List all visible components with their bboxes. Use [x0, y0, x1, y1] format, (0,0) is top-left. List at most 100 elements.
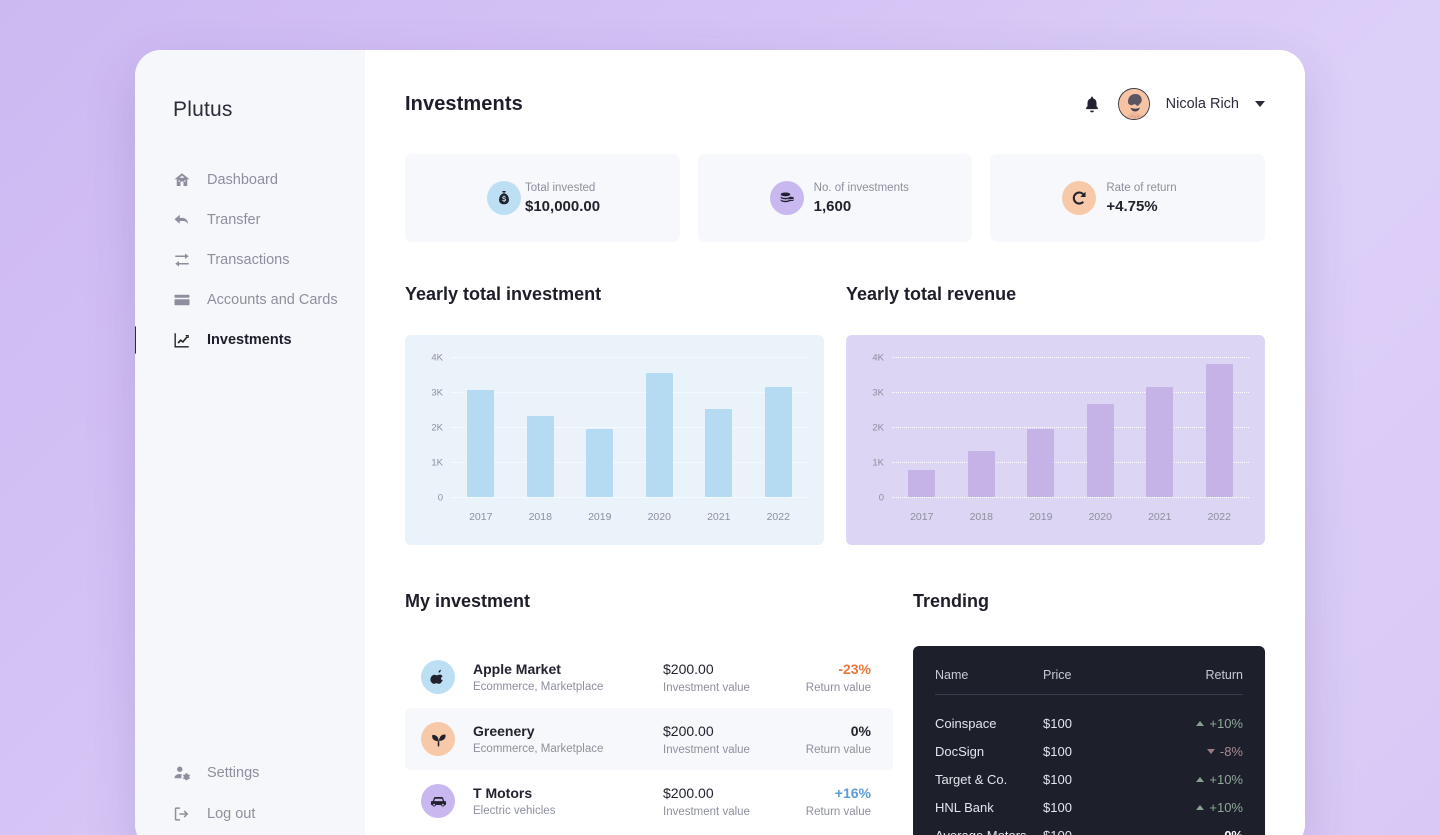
- chart-x-tick-label: 2017: [469, 511, 493, 523]
- investment-amount-caption: Investment value: [663, 743, 750, 756]
- sidebar-item-transfer[interactable]: Transfer: [135, 200, 365, 240]
- chart-x-tick-label: 2018: [969, 511, 993, 523]
- trending-name: Coinspace: [935, 715, 997, 731]
- chart-y-tick-label: 4K: [872, 352, 884, 364]
- investment-row[interactable]: T Motors Electric vehicles $200.00 Investme…: [405, 770, 893, 832]
- chart-block-yearly-total-revenue: Yearly total revenue 4K 3K 2K 1K 0 2017 2018 2…: [846, 284, 1265, 545]
- coins-stack-icon: [769, 181, 804, 215]
- bell-icon[interactable]: [1082, 93, 1102, 115]
- sidebar-item-log-out[interactable]: Log out: [135, 793, 365, 834]
- column-header-name: Name: [935, 668, 969, 682]
- trending-price: $100: [1043, 827, 1072, 835]
- chart-bar-column[interactable]: [750, 357, 807, 497]
- triangle-up-icon: [1196, 776, 1205, 782]
- chart-bar[interactable]: [1146, 387, 1174, 497]
- chart-gridline: 0: [438, 493, 808, 504]
- trending-row[interactable]: Coinspace $100 +10%: [935, 709, 1243, 737]
- chart-plot-area: 4K 3K 2K 1K 0: [872, 353, 1249, 504]
- investment-return-cell: +16% Return value: [779, 785, 871, 818]
- chart-bar-column[interactable]: [1012, 357, 1069, 497]
- money-bag-icon: [487, 181, 521, 215]
- trending-row[interactable]: Average Motors $100 0%: [935, 821, 1243, 835]
- chart-bar-column[interactable]: [690, 357, 747, 497]
- investment-row[interactable]: Greenery Ecommerce, Marketplace $200.00 Inv…: [405, 708, 893, 770]
- chart-x-tick-label: 2022: [1207, 511, 1231, 523]
- trending-return-cell: +10%: [1163, 772, 1243, 787]
- trending-price: $100: [1043, 743, 1072, 759]
- investment-row[interactable]: Apple Market Ecommerce, Marketplace $200.0…: [405, 646, 893, 708]
- investment-identity: Apple Market Ecommerce, Marketplace: [473, 661, 663, 693]
- stat-card-total-invested: Total invested $10,000.00: [405, 154, 680, 242]
- stat-label: Total invested: [525, 181, 596, 194]
- home-icon: [173, 171, 191, 189]
- chart-bar-column[interactable]: [512, 357, 569, 497]
- chart-bar-column[interactable]: [1131, 357, 1188, 497]
- chart-x-tick-label: 2021: [1148, 511, 1172, 523]
- chart-bar-column[interactable]: [571, 357, 628, 497]
- chart-y-tick-label: 2K: [872, 422, 884, 434]
- trending-return-pct: +10%: [1209, 715, 1243, 731]
- user-name[interactable]: Nicola Rich: [1166, 96, 1239, 112]
- sidebar-item-investments[interactable]: Investments: [135, 320, 365, 360]
- chart-bar[interactable]: [467, 390, 495, 497]
- chart-x-axis-labels: 2017 2018 2019 2020 2021 2022: [892, 511, 1249, 523]
- app-window: Plutus Dashboard Transfer Transactions A…: [135, 50, 1305, 835]
- trending-return-pct: +10%: [1209, 771, 1243, 787]
- trending-row[interactable]: Target & Co. $100 +10%: [935, 765, 1243, 793]
- chart-bar-column[interactable]: [1191, 357, 1248, 497]
- chart-bar[interactable]: [1027, 428, 1055, 497]
- avatar[interactable]: [1117, 88, 1150, 120]
- stat-text: No. of investments 1,600: [814, 182, 909, 215]
- chart-x-tick-label: 2020: [647, 511, 671, 523]
- investment-name: T Motors: [473, 785, 533, 801]
- chart-x-tick-label: 2018: [528, 511, 552, 523]
- chart-card-revenue: 4K 3K 2K 1K 0 2017 2018 2019 2020 2021 2022: [846, 335, 1265, 545]
- chart-bar[interactable]: [586, 428, 614, 497]
- investment-amount-caption: Investment value: [663, 681, 750, 694]
- stat-value: $10,000.00: [525, 197, 601, 215]
- trending-price: $100: [1043, 771, 1072, 787]
- sidebar-item-settings[interactable]: Settings: [135, 752, 365, 793]
- chart-y-tick-label: 4K: [431, 352, 443, 364]
- investment-return-pct: +16%: [834, 784, 871, 801]
- chart-bar[interactable]: [967, 450, 995, 497]
- chart-x-tick-label: 2019: [1029, 511, 1053, 523]
- investment-amount: $200.00: [663, 722, 714, 739]
- chart-block-yearly-total-investment: Yearly total investment 4K 3K 2K 1K 0 2017 20…: [405, 284, 824, 545]
- trending-row[interactable]: HNL Bank $100 +10%: [935, 793, 1243, 821]
- chart-bar-column[interactable]: [631, 357, 688, 497]
- investment-amount: $200.00: [663, 784, 714, 801]
- chevron-down-icon[interactable]: [1255, 101, 1265, 107]
- chart-x-tick-label: 2019: [588, 511, 612, 523]
- stat-label: Rate of return: [1106, 181, 1177, 194]
- trending-price: $100: [1043, 799, 1072, 815]
- sidebar-item-dashboard[interactable]: Dashboard: [135, 160, 365, 200]
- chart-bar-column[interactable]: [452, 357, 509, 497]
- chart-bar-column[interactable]: [953, 357, 1010, 497]
- chart-bars: [451, 357, 808, 497]
- investment-return-cell: 0% Return value: [779, 723, 871, 756]
- sidebar-item-accounts-and-cards[interactable]: Accounts and Cards: [135, 280, 365, 320]
- sidebar-item-transactions[interactable]: Transactions: [135, 240, 365, 280]
- sidebar-bottom-nav: Settings Log out: [135, 752, 365, 835]
- chart-bar[interactable]: [645, 372, 673, 497]
- sidebar-item-label: Accounts and Cards: [207, 292, 338, 308]
- trending-name: HNL Bank: [935, 799, 994, 815]
- chart-y-tick-label: 0: [437, 492, 443, 504]
- trending-row[interactable]: DocSign $100 -8%: [935, 737, 1243, 765]
- chart-bar[interactable]: [1086, 404, 1114, 497]
- chart-bar[interactable]: [764, 387, 792, 497]
- chart-bar[interactable]: [526, 415, 554, 497]
- chart-bar-column[interactable]: [893, 357, 950, 497]
- investment-category: Ecommerce, Marketplace: [473, 743, 604, 755]
- investment-return-caption: Return value: [805, 805, 871, 818]
- triangle-down-icon: [1206, 748, 1215, 754]
- chart-bar[interactable]: [908, 470, 936, 497]
- chart-title: Yearly total investment: [405, 284, 602, 304]
- seedling-icon: [421, 722, 455, 756]
- lower-section: My investment Apple Market Ecommerce, Mar…: [405, 591, 1265, 835]
- stat-card-rate-of-return: Rate of return +4.75%: [990, 154, 1266, 242]
- chart-bar[interactable]: [705, 408, 733, 497]
- chart-bar[interactable]: [1205, 363, 1233, 497]
- chart-bar-column[interactable]: [1072, 357, 1129, 497]
